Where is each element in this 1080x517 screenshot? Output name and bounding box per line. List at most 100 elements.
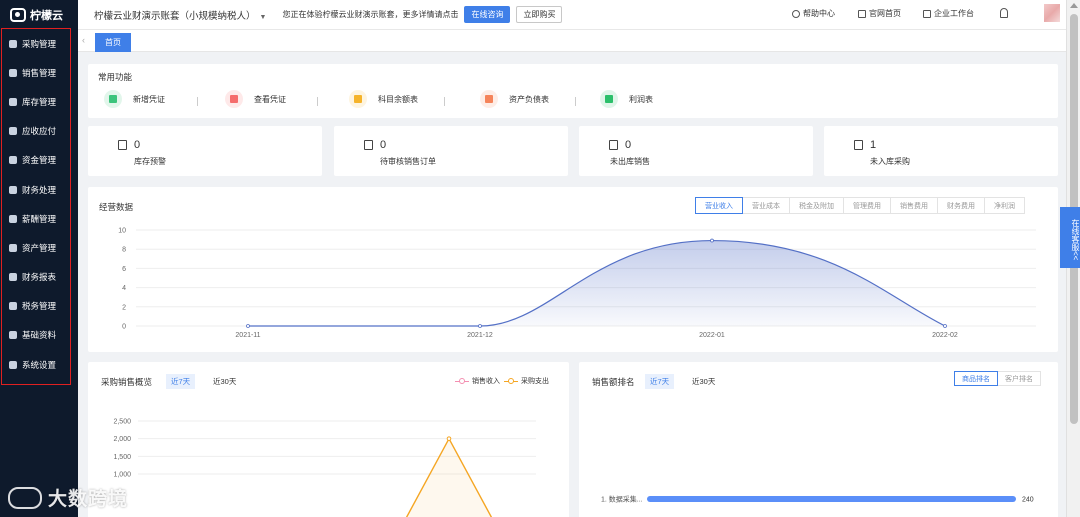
quick-functions-card: 常用功能 新增凭证 查看凭证 科目余额表 资产负债表 利润表: [88, 64, 1058, 118]
stat-card-inventory-warning[interactable]: 0 库存预警: [88, 126, 322, 176]
legend-purchase-expense[interactable]: 采购支出: [504, 376, 549, 386]
purchase-series-line: [405, 437, 493, 517]
tab-home[interactable]: 首页: [95, 33, 131, 52]
sidebar-item-label: 税务管理: [22, 301, 57, 312]
avatar[interactable]: [1044, 4, 1060, 22]
x-tick-label: 2021-12: [467, 332, 493, 339]
chevron-left-icon[interactable]: ‹: [82, 35, 85, 45]
sidebar-item-7[interactable]: 资产管理: [2, 233, 70, 262]
view-voucher-icon: [225, 90, 243, 108]
revenue-series-line: [248, 239, 946, 327]
tag-icon: [9, 68, 17, 77]
website-link[interactable]: 官网首页: [858, 8, 901, 19]
sidebar-item-10[interactable]: 基础资料: [2, 321, 70, 350]
quick-item-label: 资产负债表: [509, 94, 549, 104]
business-tab-6[interactable]: 净利润: [984, 197, 1025, 214]
y-tick-label: 6: [122, 266, 126, 273]
gear-icon: [9, 360, 17, 369]
tax-icon: [9, 302, 17, 311]
watermark-text: 大数跨境: [48, 489, 129, 510]
stat-card-unreceived-purchase[interactable]: 1 未入库采购: [824, 126, 1058, 176]
help-center-label: 帮助中心: [803, 9, 835, 18]
x-tick-label: 2021-11: [235, 332, 260, 339]
sidebar-item-4[interactable]: 资金管理: [2, 146, 70, 175]
quick-new-voucher-button[interactable]: 新增凭证: [104, 90, 165, 108]
sidebar-item-6[interactable]: 薪酬管理: [2, 204, 70, 233]
quick-item-label: 新增凭证: [133, 94, 165, 104]
sidebar-item-9[interactable]: 税务管理: [2, 292, 70, 321]
online-consult-button[interactable]: 在线咨询: [464, 6, 511, 23]
quick-functions-title: 常用功能: [98, 72, 133, 82]
range-30-days-button[interactable]: 近30天: [208, 374, 241, 389]
online-service-tab[interactable]: 在线客服<<: [1060, 207, 1080, 268]
sales-ranking-card: 销售额排名 近7天 近30天 商品排名 客户排名 1. 数据采集... 240: [579, 362, 1058, 517]
sidebar-item-11[interactable]: 系统设置: [2, 350, 70, 379]
separator: [575, 97, 576, 106]
sidebar-item-3[interactable]: 应收应付: [2, 117, 70, 146]
stat-label: 库存预警: [134, 157, 166, 166]
stat-label: 未入库采购: [870, 157, 910, 166]
purchase-overview-title: 采购销售概览: [101, 377, 153, 387]
help-center-link[interactable]: 帮助中心: [792, 8, 835, 19]
quick-item-label: 利润表: [629, 94, 653, 104]
range-7-days-button[interactable]: 近7天: [645, 374, 675, 389]
app-logo[interactable]: 柠檬云: [0, 0, 78, 30]
business-tab-3[interactable]: 管理费用: [843, 197, 891, 214]
business-tab-5[interactable]: 财务费用: [937, 197, 985, 214]
data-point: [446, 436, 452, 441]
separator: [317, 97, 318, 106]
stat-value: 0: [134, 139, 141, 151]
y-tick-label: 10: [118, 228, 126, 235]
quick-item-label: 科目余额表: [378, 94, 418, 104]
business-tab-0[interactable]: 营业收入: [695, 197, 743, 214]
quick-item-label: 查看凭证: [254, 94, 286, 104]
new-voucher-icon: [104, 90, 122, 108]
scroll-up-arrow-icon[interactable]: [1070, 3, 1078, 8]
business-data-title: 经营数据: [99, 202, 134, 212]
business-tab-4[interactable]: 销售费用: [890, 197, 938, 214]
sidebar-item-8[interactable]: 财务报表: [2, 263, 70, 292]
business-tab-2[interactable]: 税金及附加: [789, 197, 844, 214]
sidebar-item-2[interactable]: 库存管理: [2, 87, 70, 116]
quick-account-balance-button[interactable]: 科目余额表: [349, 90, 418, 108]
data-point: [943, 324, 947, 328]
company-name: 柠檬云业财演示账套（小规模纳税人）: [94, 10, 256, 22]
stat-value: 0: [380, 139, 387, 151]
stat-card-pending-orders[interactable]: 0 待审核销售订单: [334, 126, 568, 176]
sidebar-item-0[interactable]: 采购管理: [2, 29, 70, 58]
bar-value-label: 240: [1022, 497, 1034, 504]
asset-icon: [9, 243, 17, 252]
sidebar-item-1[interactable]: 销售管理: [2, 58, 70, 87]
bell-icon[interactable]: [1000, 8, 1008, 18]
purchase-sales-overview-card: 采购销售概览 近7天 近30天 销售收入 采购支出 1,000 1,500 2,00…: [88, 362, 569, 517]
buy-now-button[interactable]: 立即购买: [516, 6, 563, 23]
range-7-days-button[interactable]: 近7天: [166, 374, 196, 389]
range-30-days-button[interactable]: 近30天: [687, 374, 720, 389]
x-tick-label: 2022-02: [932, 332, 958, 339]
watermark: 大数跨境: [8, 484, 128, 511]
legend-marker-purchase: [504, 377, 518, 385]
y-tick-label: 2,500: [113, 419, 131, 426]
stat-card-unshipped-sales[interactable]: 0 未出库销售: [579, 126, 813, 176]
sidebar-item-label: 销售管理: [22, 67, 57, 78]
account-set-selector[interactable]: 柠檬云业财演示账套（小规模纳税人） ▼: [94, 8, 266, 22]
business-data-card: 经营数据 营业收入 营业成本 税金及附加 管理费用 销售费用 财务费用 净利润 0 2 4 6 8 1…: [88, 187, 1058, 352]
ranking-tabs: 商品排名 客户排名: [954, 371, 1041, 386]
business-tab-1[interactable]: 营业成本: [742, 197, 790, 214]
legend-label: 采购支出: [521, 378, 549, 385]
sidebar-item-5[interactable]: 财务处理: [2, 175, 70, 204]
top-bar: 柠檬云业财演示账套（小规模纳税人） ▼ 您正在体验柠檬云业财演示账套，更多详情请点…: [78, 0, 1066, 30]
quick-income-statement-button[interactable]: 利润表: [600, 90, 653, 108]
sidebar: 柠檬云 采购管理销售管理库存管理 应收应付 资金管理 财务处理 薪酬管理资产管理财务报表…: [0, 0, 78, 517]
quick-balance-sheet-button[interactable]: 资产负债表: [480, 90, 549, 108]
quick-view-voucher-button[interactable]: 查看凭证: [225, 90, 286, 108]
legend-sales-income[interactable]: 销售收入: [455, 376, 500, 386]
sidebar-item-label: 资产管理: [22, 242, 57, 253]
tab-customer-ranking[interactable]: 客户排名: [997, 371, 1041, 386]
workbench-link[interactable]: 企业工作台: [923, 8, 974, 19]
account-balance-icon: [349, 90, 367, 108]
data-point: [710, 238, 714, 243]
order-icon: [364, 140, 373, 150]
tab-goods-ranking[interactable]: 商品排名: [954, 371, 998, 386]
inbound-icon: [854, 140, 863, 150]
